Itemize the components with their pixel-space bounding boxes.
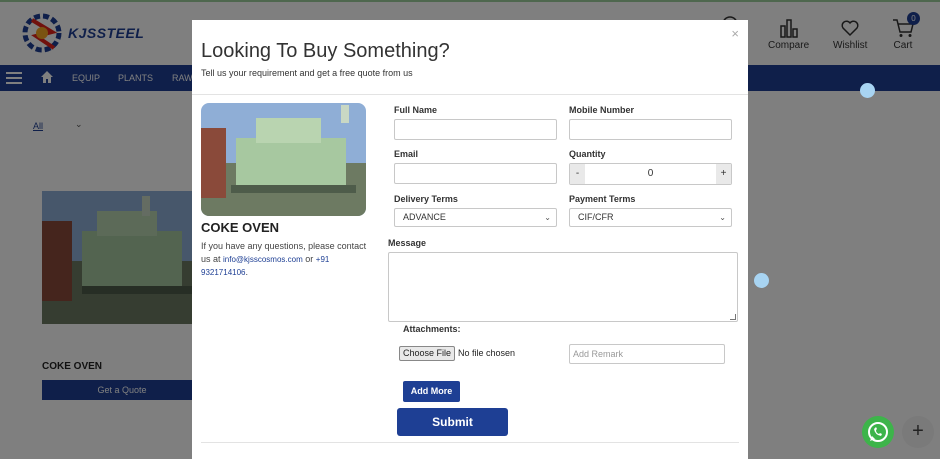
quantity-decrement-button[interactable]: - (570, 164, 585, 184)
delivery-terms-select[interactable]: ADVANCE ⌄ (394, 208, 557, 227)
contact-email-link[interactable]: info@kjsscosmos.com (223, 255, 303, 264)
file-status: No file chosen (458, 348, 516, 358)
mobile-label: Mobile Number (569, 105, 635, 115)
message-label: Message (388, 238, 427, 248)
product-image (201, 103, 366, 216)
close-icon[interactable]: × (731, 26, 739, 41)
message-field[interactable] (388, 252, 738, 322)
full-name-field[interactable] (394, 119, 557, 140)
mobile-field[interactable] (569, 119, 732, 140)
divider (201, 442, 739, 443)
divider (192, 94, 748, 95)
quantity-increment-button[interactable]: + (716, 164, 731, 184)
payment-terms-select[interactable]: CIF/CFR ⌄ (569, 208, 732, 227)
add-more-button[interactable]: Add More (403, 381, 460, 402)
chevron-down-icon: ⌄ (719, 213, 726, 222)
modal-subtitle: Tell us your requirement and get a free … (201, 68, 413, 78)
whatsapp-button[interactable] (862, 416, 894, 448)
choose-file-button[interactable]: Choose File (399, 346, 455, 361)
cursor-indicator (754, 273, 769, 288)
product-name: COKE OVEN (201, 220, 280, 235)
delivery-terms-value: ADVANCE (403, 212, 446, 222)
cursor-indicator (860, 83, 875, 98)
quantity-input[interactable]: 0 (585, 164, 716, 184)
payment-terms-value: CIF/CFR (578, 212, 614, 222)
email-field[interactable] (394, 163, 557, 184)
quote-modal: × Looking To Buy Something? Tell us your… (192, 20, 748, 459)
full-name-label: Full Name (394, 105, 438, 115)
contact-or: or (305, 254, 314, 264)
whatsapp-icon (868, 422, 888, 442)
payment-terms-label: Payment Terms (569, 194, 636, 204)
contact-info: If you have any questions, please contac… (201, 241, 367, 277)
plus-button[interactable]: + (902, 416, 934, 448)
modal-title: Looking To Buy Something? (201, 40, 450, 62)
quantity-label: Quantity (569, 149, 606, 159)
remark-input[interactable]: Add Remark (569, 344, 725, 364)
quantity-stepper: - 0 + (569, 163, 732, 185)
resize-handle[interactable] (730, 314, 736, 320)
chevron-down-icon: ⌄ (544, 213, 551, 222)
email-label: Email (394, 149, 419, 159)
submit-button[interactable]: Submit (397, 408, 508, 436)
delivery-terms-label: Delivery Terms (394, 194, 458, 204)
attachments-label: Attachments: (403, 324, 461, 334)
